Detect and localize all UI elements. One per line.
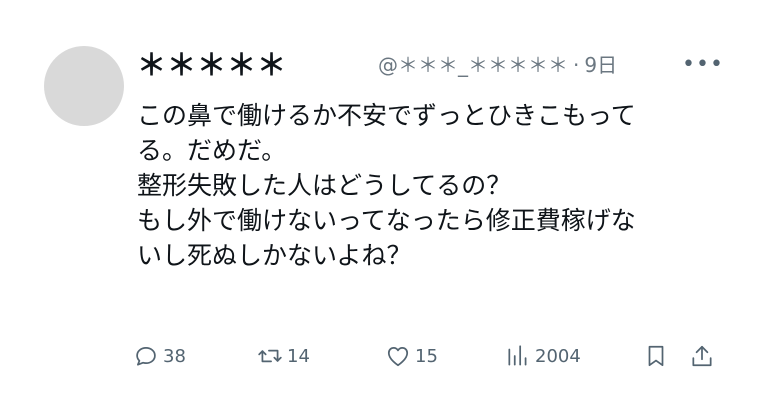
- views-icon: [508, 345, 527, 366]
- tweet-time[interactable]: 9日: [584, 53, 617, 77]
- reply-button[interactable]: 38: [133, 338, 186, 374]
- retweet-icon: [258, 349, 282, 363]
- tweet-text-line: この鼻で働けるか不安でずっとひきこもって: [137, 101, 636, 130]
- more-options-button[interactable]: •••: [682, 52, 723, 77]
- action-bar: 38 14 15 2004: [133, 338, 723, 374]
- display-name[interactable]: ＊＊＊＊＊: [137, 48, 287, 82]
- tweet-text-line: る。だめだ。: [137, 136, 287, 165]
- tweet-text: この鼻で働けるか不安でずっとひきこもって る。だめだ。 整形失敗した人はどうして…: [137, 98, 727, 273]
- retweet-count: 14: [287, 345, 310, 367]
- separator-dot: ·: [573, 53, 580, 77]
- share-button[interactable]: [689, 338, 715, 374]
- tweet-text-line: もし外で働けないってなったら修正費稼げな: [137, 206, 636, 235]
- retweet-button[interactable]: 14: [257, 338, 310, 374]
- tweet-text-line: いし死ぬしかないよね？: [137, 241, 412, 270]
- avatar[interactable]: [44, 46, 124, 126]
- reply-icon: [136, 347, 156, 366]
- tweet-text-line: 整形失敗した人はどうしてるの？: [137, 171, 512, 200]
- bookmark-icon: [648, 345, 664, 367]
- views-button[interactable]: 2004: [505, 338, 581, 374]
- user-handle[interactable]: @＊＊＊_＊＊＊＊＊: [378, 53, 568, 77]
- more-icon: •••: [682, 51, 724, 77]
- share-icon: [692, 345, 712, 367]
- reply-count: 38: [163, 345, 186, 367]
- handle-and-time: @＊＊＊_＊＊＊＊＊ · 9日: [378, 52, 617, 78]
- views-count: 2004: [535, 345, 581, 367]
- bookmark-button[interactable]: [643, 338, 669, 374]
- like-count: 15: [415, 345, 438, 367]
- heart-icon: [387, 347, 409, 367]
- like-button[interactable]: 15: [385, 338, 438, 374]
